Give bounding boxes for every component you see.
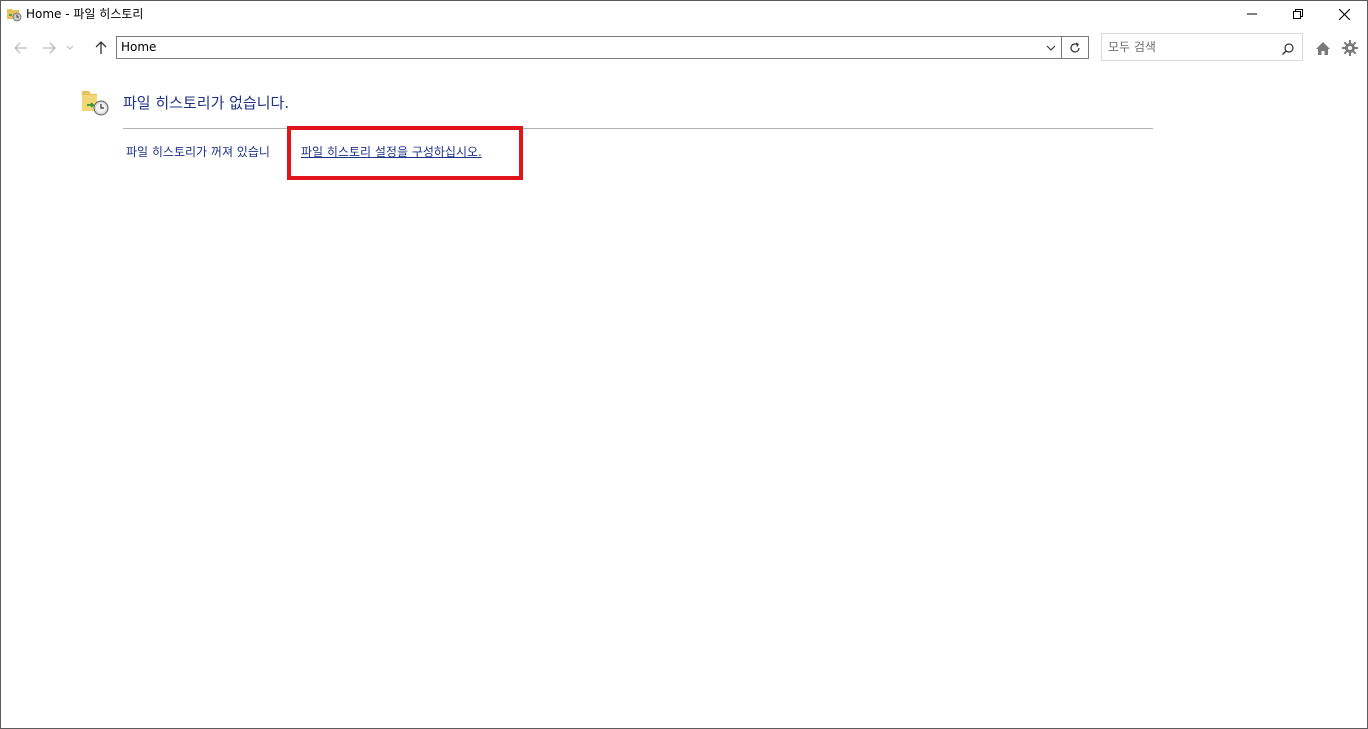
search-placeholder: 모두 검색 [1108,40,1156,54]
minimize-button[interactable] [1229,1,1275,27]
minimize-icon [1247,13,1257,15]
window-title: Home - 파일 히스토리 [26,7,144,21]
back-button[interactable] [11,38,31,58]
file-history-folder-icon [81,87,111,117]
settings-button[interactable] [1340,38,1360,58]
forward-button[interactable] [39,38,59,58]
status-text: 파일 히스토리가 꺼져 있습니 [126,145,270,159]
close-button[interactable] [1321,1,1367,27]
file-history-app-icon [6,6,22,22]
highlight-box [287,126,523,180]
home-button[interactable] [1313,38,1333,58]
address-dropdown-button[interactable] [1043,39,1059,56]
refresh-icon [1070,41,1080,53]
search-icon[interactable] [1281,41,1295,55]
arrow-up-icon [95,41,107,54]
restore-button[interactable] [1275,1,1321,27]
page-heading: 파일 히스토리가 없습니다. [123,94,290,112]
arrow-right-icon [43,42,56,54]
window-frame: Home - 파일 히스토리 Home 모두 검색 파일 히스토리가 없습니다.… [0,0,1368,729]
navigation-bar: Home 모두 검색 [1,31,1367,65]
gear-icon [1342,40,1358,56]
address-value: Home [121,40,157,54]
up-button[interactable] [91,38,111,58]
chevron-down-icon [1046,45,1056,51]
address-bar[interactable]: Home [116,36,1062,59]
restore-icon [1293,9,1303,19]
close-icon [1338,8,1350,20]
chevron-down-icon [66,45,74,50]
arrow-left-icon [14,42,27,54]
home-icon [1316,41,1330,55]
recent-locations-button[interactable] [63,38,77,58]
title-bar: Home - 파일 히스토리 [1,1,1367,27]
refresh-button[interactable] [1062,36,1089,59]
search-box[interactable]: 모두 검색 [1101,33,1303,61]
divider [123,128,1153,129]
